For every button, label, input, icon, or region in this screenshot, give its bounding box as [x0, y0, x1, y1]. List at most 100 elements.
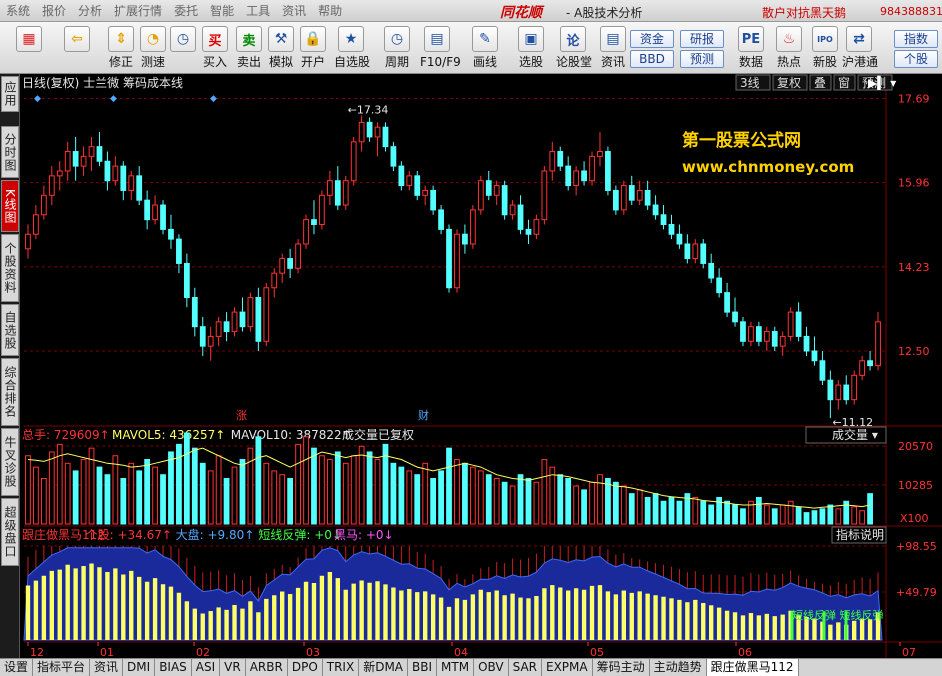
bottom-tab-2[interactable]: 资讯 — [90, 659, 124, 676]
toolbar-button-16[interactable]: PE 数据 — [734, 24, 768, 70]
quick-button-5[interactable]: 个股 — [894, 50, 938, 68]
event-marker[interactable]: 涨 — [236, 409, 247, 422]
candle-body — [501, 185, 508, 216]
bottom-tab-4[interactable]: BIAS — [155, 659, 192, 676]
toolbar-button-6[interactable]: 卖卖出 — [232, 24, 266, 70]
menu-item-2[interactable]: 分析 — [72, 0, 108, 22]
volume-bar — [25, 455, 31, 525]
bottom-tab-14[interactable]: SAR — [509, 659, 542, 676]
toolbar-button-10[interactable]: ◷ 周期 — [380, 24, 414, 70]
toolbar-button-4[interactable]: ◷ — [166, 24, 200, 52]
kline-chart[interactable]: 17.69 15.96 14.23 12.50 日线(复权) 士兰微 筹码成本线 3线 复权… — [20, 74, 942, 658]
candle-body — [684, 243, 691, 260]
bottom-tab-6[interactable]: VR — [220, 659, 246, 676]
bottom-tab-10[interactable]: 新DMA — [359, 659, 409, 676]
toolbar: ▦ ⇦ ⇕ 修正 ◔ 测速 ◷ 买买入卖卖出 ⚒ 模拟 🔒 开户 ★ 自选股 ◷ 周期 ▤ F10/F9 ✎ 画线 ▣ 选… — [0, 22, 942, 74]
menu-item-3[interactable]: 扩展行情 — [108, 0, 168, 22]
bottom-tab-8[interactable]: DPO — [288, 659, 323, 676]
toolbar-button-3[interactable]: ◔ 测速 — [136, 24, 170, 70]
toolbar-button-14[interactable]: 论论股堂 — [556, 24, 592, 70]
volume-bar — [366, 451, 373, 525]
toolbar-button-19[interactable]: ⇄ 沪港通 — [842, 24, 878, 70]
volume-bar — [398, 466, 405, 525]
toolbar-button-8[interactable]: 🔒 开户 — [296, 24, 330, 70]
toolbar-button-0[interactable]: ▦ — [12, 24, 46, 52]
menu-item-6[interactable]: 工具 — [240, 0, 276, 22]
menu-item-7[interactable]: 资讯 — [276, 0, 312, 22]
chart-title: 日线(复权) 士兰微 筹码成本线 — [22, 76, 183, 90]
toolbar-button-1[interactable]: ⇦ — [60, 24, 94, 52]
bottom-tab-5[interactable]: ASI — [192, 659, 221, 676]
toolbar-button-2[interactable]: ⇕ 修正 — [104, 24, 138, 70]
bottom-tab-18[interactable]: 跟庄做黑马112 — [706, 659, 799, 676]
leftnav-tab-1[interactable]: 分时图 — [1, 126, 19, 178]
toolbar-button-12[interactable]: ✎ 画线 — [468, 24, 502, 70]
marquee-ticker[interactable]: 散户对抗黑天鹅 — [762, 4, 846, 21]
leftnav-tab-4[interactable]: 自选股 — [1, 304, 19, 356]
quick-button-1[interactable]: BBD — [630, 50, 674, 68]
toolbar-button-5[interactable]: 买买入 — [198, 24, 232, 70]
bottom-tab-1[interactable]: 指标平台 — [33, 659, 91, 676]
leftnav-tab-6[interactable]: 牛叉诊股 — [1, 428, 19, 496]
volume-bar — [763, 504, 770, 525]
nav-arrow-icon[interactable]: ▶▍ ▾ — [868, 75, 896, 90]
volume-bar — [255, 436, 262, 525]
bottom-tab-13[interactable]: OBV — [474, 659, 509, 676]
toolbar-button-7[interactable]: ⚒ 模拟 — [264, 24, 298, 70]
toolbar-button-15[interactable]: ▤ 资讯 — [596, 24, 630, 70]
bottom-tab-16[interactable]: 筹码主动 — [593, 659, 650, 676]
bottom-tab-9[interactable]: TRIX — [323, 659, 360, 676]
candle-body — [199, 326, 206, 347]
bottom-tab-15[interactable]: EXPMA — [542, 659, 593, 676]
toolbar-button-label: 选股 — [518, 55, 543, 69]
candle-body — [207, 335, 214, 347]
menu-item-5[interactable]: 智能 — [204, 0, 240, 22]
price-tick: 15.96 — [898, 177, 930, 190]
toolbar-button-9[interactable]: ★ 自选股 — [334, 24, 370, 70]
bottom-tab-0[interactable]: 设置 — [0, 659, 34, 676]
candle-body — [223, 321, 230, 333]
bottom-tab-7[interactable]: ARBR — [246, 659, 288, 676]
candle-body — [763, 331, 770, 342]
event-marker[interactable]: 财 — [418, 408, 429, 422]
leftnav-tab-3[interactable]: 个股资料 — [1, 234, 19, 302]
leftnav-tab-0[interactable]: 应用 — [1, 76, 19, 112]
chart-area[interactable]: 17.69 15.96 14.23 12.50 日线(复权) 士兰微 筹码成本线 3线 复权… — [20, 74, 942, 658]
quick-button-3[interactable]: 预测 — [680, 50, 724, 68]
quick-button-2[interactable]: 研报 — [680, 30, 724, 48]
candle-body — [326, 180, 333, 196]
bottom-tab-3[interactable]: DMI — [123, 659, 156, 676]
x-tick: 02 — [196, 646, 210, 658]
toolbar-button-13[interactable]: ▣ 选股 — [514, 24, 548, 70]
bottom-tab-12[interactable]: MTM — [437, 659, 475, 676]
quick-button-0[interactable]: 资金 — [630, 30, 674, 48]
volume-dropdown-label: 成交量 ▾ — [832, 427, 878, 442]
volume-title_total: 总手: 729609↑ — [22, 428, 110, 442]
quick-button-4[interactable]: 指数 — [894, 30, 938, 48]
volume-bar — [168, 451, 174, 525]
leftnav-tab-5[interactable]: 综合排名 — [1, 358, 19, 426]
candle-body — [573, 170, 580, 187]
volume-bar — [652, 493, 659, 525]
candle-body — [708, 262, 715, 279]
toolbar-button-17[interactable]: ♨ 热点 — [772, 24, 806, 70]
volume-bar — [676, 500, 683, 525]
leftnav-tab-2[interactable]: K线图 — [1, 180, 19, 232]
candle-body — [319, 194, 325, 226]
menu-item-1[interactable]: 报价 — [36, 0, 72, 22]
toolbar-button-11[interactable]: ▤ F10/F9 — [420, 24, 461, 70]
lock-icon: 🔒 — [300, 26, 326, 52]
leftnav-tab-7[interactable]: 超级盘口 — [1, 498, 19, 566]
bottom-tab-11[interactable]: BBI — [408, 659, 438, 676]
menu-item-4[interactable]: 委托 — [168, 0, 204, 22]
bottom-tab-17[interactable]: 主动趋势 — [650, 659, 707, 676]
volume-bar — [867, 493, 873, 525]
menu-item-0[interactable]: 系统 — [0, 0, 36, 22]
menu-item-8[interactable]: 帮助 — [312, 0, 348, 22]
up-down-arrows-icon: ⇕ — [108, 26, 134, 52]
candle-body — [875, 321, 881, 367]
price-tick: 14.23 — [898, 261, 930, 274]
toolbar-button-18[interactable]: IPO 新股 — [808, 24, 842, 70]
volume-bar — [549, 466, 556, 525]
candle-body — [120, 165, 127, 191]
